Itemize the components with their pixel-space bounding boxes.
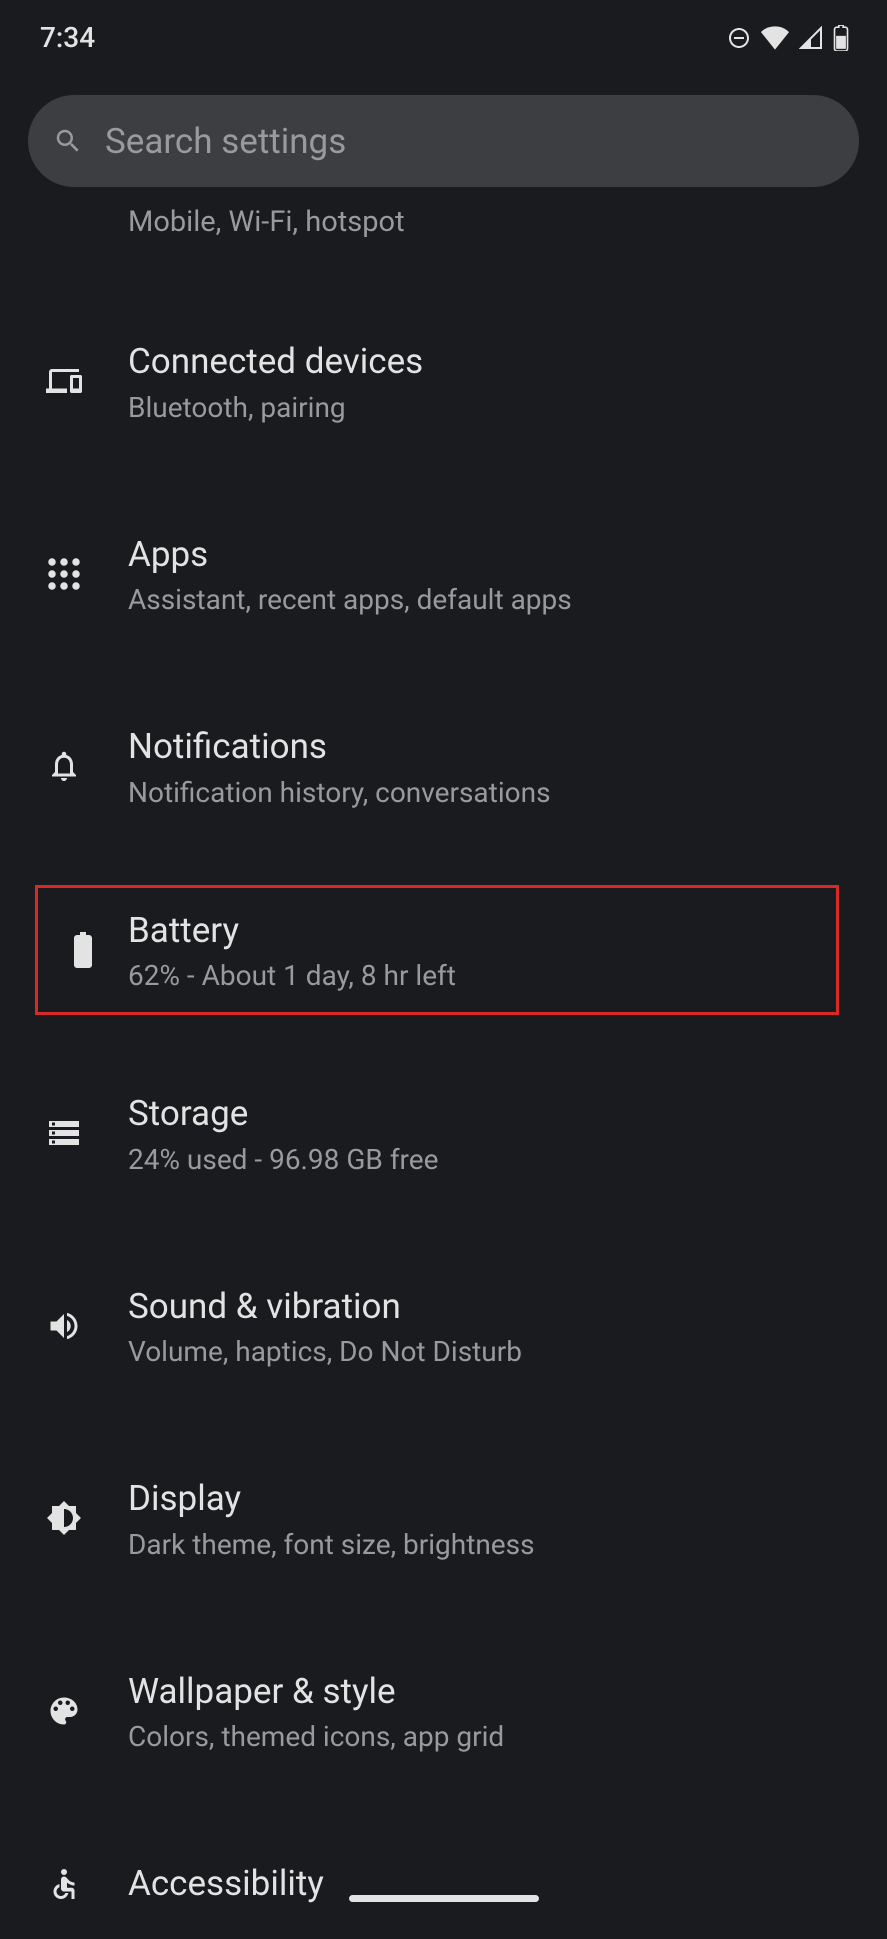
item-subtitle: Assistant, recent apps, default apps [128, 583, 572, 616]
battery-icon [65, 932, 101, 968]
nav-indicator[interactable] [349, 1895, 539, 1902]
item-title: Battery [128, 908, 456, 954]
apps-icon [46, 556, 82, 592]
item-text: Connected devices Bluetooth, pairing [128, 339, 423, 424]
status-icons [727, 25, 849, 51]
icon-wrap [0, 363, 128, 399]
item-subtitle: Dark theme, font size, brightness [128, 1528, 535, 1561]
accessibility-icon [46, 1866, 82, 1902]
item-title: Notifications [128, 724, 551, 770]
icon-wrap [0, 556, 128, 592]
item-title: Accessibility [128, 1861, 324, 1907]
settings-item-notifications[interactable]: Notifications Notification history, conv… [0, 692, 887, 841]
status-time: 7:34 [40, 21, 95, 54]
search-icon [53, 126, 83, 156]
settings-item-apps[interactable]: Apps Assistant, recent apps, default app… [0, 500, 887, 649]
icon-wrap [0, 1693, 128, 1729]
devices-icon [46, 363, 82, 399]
icon-wrap [0, 1500, 128, 1536]
item-text: Wallpaper & style Colors, themed icons, … [128, 1669, 504, 1754]
palette-icon [46, 1693, 82, 1729]
item-title: Apps [128, 532, 572, 578]
item-subtitle: 24% used - 96.98 GB free [128, 1143, 438, 1176]
settings-list: Connected devices Bluetooth, pairing App… [0, 307, 887, 1939]
item-text: Display Dark theme, font size, brightnes… [128, 1476, 535, 1561]
battery-status-icon [833, 25, 849, 51]
icon-wrap [38, 932, 128, 968]
item-text: Sound & vibration Volume, haptics, Do No… [128, 1284, 522, 1369]
settings-item-display[interactable]: Display Dark theme, font size, brightnes… [0, 1444, 887, 1593]
item-title: Connected devices [128, 339, 423, 385]
icon-wrap [0, 1866, 128, 1902]
bell-icon [46, 748, 82, 784]
item-title: Storage [128, 1091, 438, 1137]
signal-icon [799, 26, 823, 50]
icon-wrap [0, 748, 128, 784]
item-text: Apps Assistant, recent apps, default app… [128, 532, 572, 617]
sound-icon [46, 1308, 82, 1344]
item-text: Accessibility [128, 1861, 324, 1907]
search-bar[interactable]: Search settings [28, 95, 859, 187]
settings-item-sound[interactable]: Sound & vibration Volume, haptics, Do No… [0, 1252, 887, 1401]
item-subtitle: 62% - About 1 day, 8 hr left [128, 959, 456, 992]
partial-item-subtitle: Mobile, Wi-Fi, hotspot [128, 205, 887, 239]
settings-item-connected-devices[interactable]: Connected devices Bluetooth, pairing [0, 307, 887, 456]
item-subtitle: Colors, themed icons, app grid [128, 1720, 504, 1753]
settings-item-accessibility[interactable]: Accessibility [0, 1829, 887, 1939]
storage-icon [46, 1115, 82, 1151]
brightness-icon [46, 1500, 82, 1536]
item-subtitle: Bluetooth, pairing [128, 391, 423, 424]
item-subtitle: Volume, haptics, Do Not Disturb [128, 1335, 522, 1368]
settings-item-wallpaper[interactable]: Wallpaper & style Colors, themed icons, … [0, 1637, 887, 1786]
item-subtitle: Notification history, conversations [128, 776, 551, 809]
item-text: Storage 24% used - 96.98 GB free [128, 1091, 438, 1176]
settings-item-storage[interactable]: Storage 24% used - 96.98 GB free [0, 1059, 887, 1208]
item-text: Battery 62% - About 1 day, 8 hr left [128, 908, 456, 993]
dnd-icon [727, 26, 751, 50]
settings-item-battery[interactable]: Battery 62% - About 1 day, 8 hr left [35, 885, 839, 1016]
item-title: Sound & vibration [128, 1284, 522, 1330]
icon-wrap [0, 1308, 128, 1344]
search-placeholder: Search settings [105, 121, 346, 162]
item-text: Notifications Notification history, conv… [128, 724, 551, 809]
icon-wrap [0, 1115, 128, 1151]
status-bar: 7:34 [0, 0, 887, 75]
wifi-icon [761, 26, 789, 50]
item-title: Display [128, 1476, 535, 1522]
item-title: Wallpaper & style [128, 1669, 504, 1715]
